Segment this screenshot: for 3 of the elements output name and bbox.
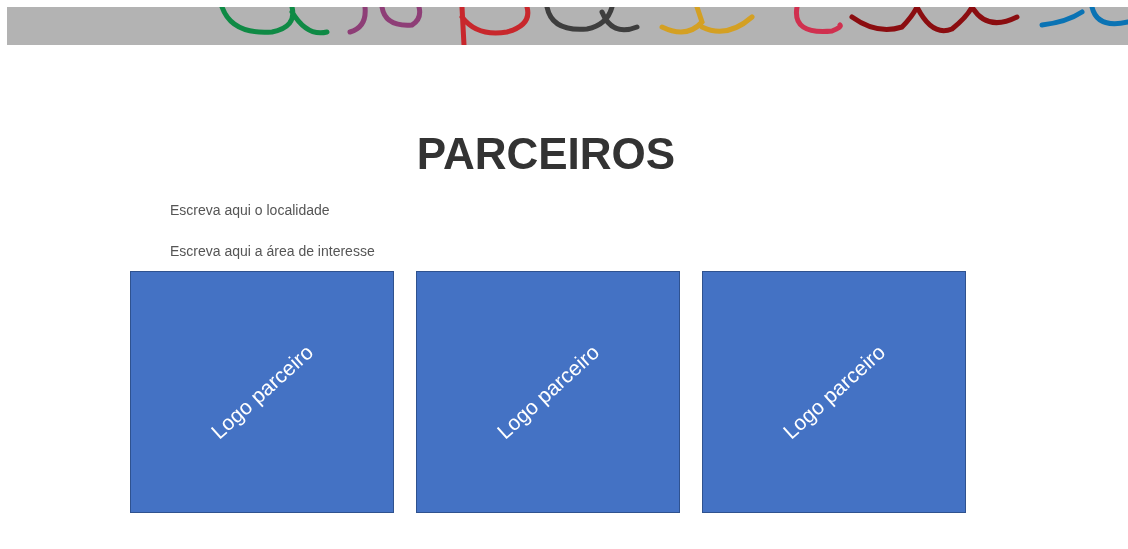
- page-title: PARCEIROS: [415, 129, 677, 179]
- input-field[interactable]: Escreva aqui o localidade: [160, 193, 440, 226]
- input-field[interactable]: Escreva aqui a área de interesse: [160, 234, 440, 267]
